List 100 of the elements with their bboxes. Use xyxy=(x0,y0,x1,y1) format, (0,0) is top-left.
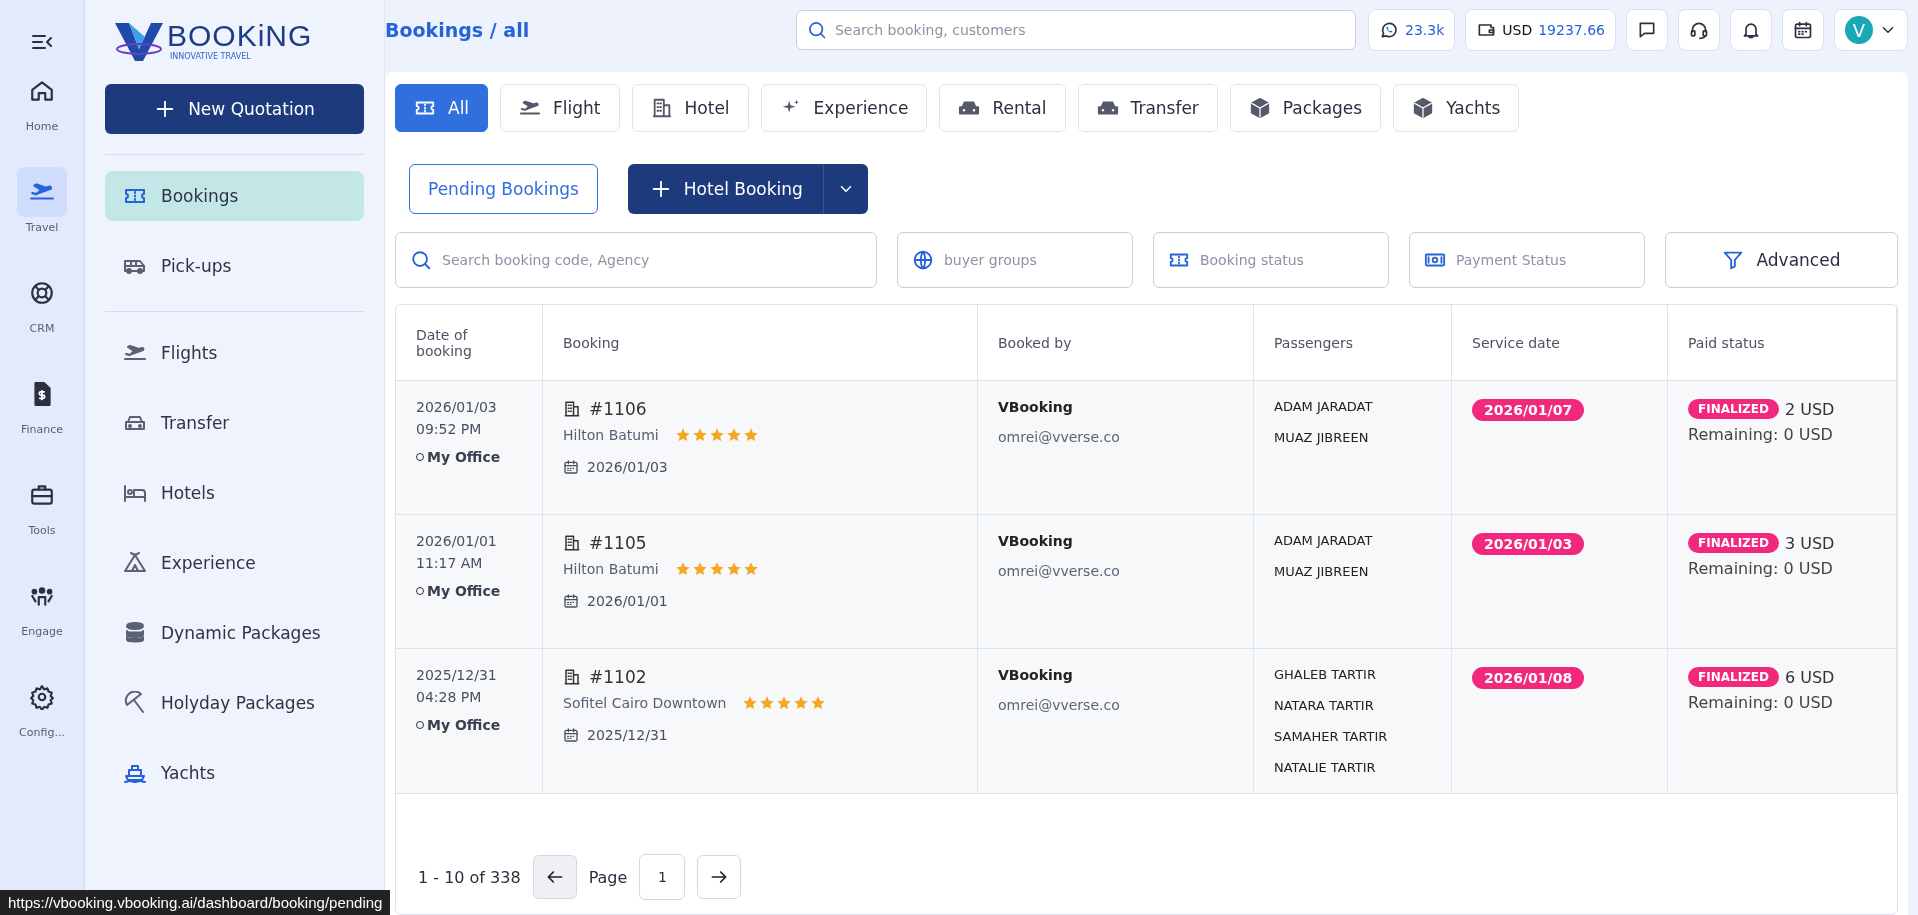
star-icon xyxy=(674,561,691,577)
bell-icon xyxy=(1741,20,1761,40)
sidebar-item[interactable]: Transfer xyxy=(105,398,364,448)
notifications-button[interactable] xyxy=(1730,9,1772,51)
service-date-badge: 2026/01/08 xyxy=(1472,667,1585,689)
previous-page-button[interactable] xyxy=(532,855,577,899)
agent-email: omrei@vverse.co xyxy=(998,697,1121,713)
sidebar-item[interactable]: Holyday Packages xyxy=(105,678,364,728)
booking-code[interactable]: #1102 xyxy=(589,667,647,687)
sidebar-item[interactable]: Pick-ups xyxy=(105,241,364,291)
rail-label: Home xyxy=(25,120,59,133)
page-label: Page xyxy=(588,867,628,887)
agent-name: VBooking xyxy=(998,667,1074,683)
office-name: My Office xyxy=(427,583,501,599)
category-tab[interactable]: Flight xyxy=(500,84,620,132)
messages-button[interactable] xyxy=(1626,9,1668,51)
column-header: Date of booking xyxy=(416,326,473,359)
breadcrumb: Bookings / all xyxy=(385,19,530,41)
globe-icon xyxy=(911,249,934,271)
support-button[interactable] xyxy=(1678,9,1720,51)
star-icon xyxy=(742,561,759,577)
column-header: Booking xyxy=(563,334,620,351)
remaining-amount: Remaining: 0 USD xyxy=(1688,559,1834,578)
box-icon xyxy=(1412,97,1435,119)
passenger-name: SAMAHER TARTIR xyxy=(1274,729,1389,744)
toolbox-icon xyxy=(29,482,55,508)
booking-date: 2026/01/01 xyxy=(416,533,498,549)
sidebar-item[interactable]: Dynamic Packages xyxy=(105,608,364,658)
calendar-icon xyxy=(1793,20,1813,40)
buyer-groups-field[interactable]: buyer groups xyxy=(941,251,1118,269)
tent-icon xyxy=(123,551,147,575)
passenger-name: GHALEB TARTIR xyxy=(1274,667,1377,682)
passenger-name: MUAZ JIBREEN xyxy=(1274,564,1370,579)
booking-date: 2025/12/31 xyxy=(416,667,498,683)
status-bar-url: https://vbooking.vbooking.ai/dashboard/booking/pending xyxy=(0,890,391,915)
booking-date: 2026/01/03 xyxy=(416,399,498,415)
page-range: 1 - 10 of 338 xyxy=(418,867,521,887)
booking-day: 2026/01/03 xyxy=(587,459,668,475)
search-field[interactable]: Search booking code, Agency xyxy=(440,251,862,269)
next-page-button[interactable] xyxy=(697,855,742,899)
calendar-button[interactable] xyxy=(1782,9,1824,51)
sidebar-item[interactable]: Yachts xyxy=(105,748,364,798)
remaining-amount: Remaining: 0 USD xyxy=(1688,425,1834,444)
building-icon xyxy=(650,97,673,119)
booking-code[interactable]: #1105 xyxy=(589,533,647,553)
paid-amount: 3 USD xyxy=(1784,533,1835,553)
sidebar-item[interactable]: Flights xyxy=(105,328,364,378)
pending-bookings-button[interactable]: Pending Bookings xyxy=(409,164,598,214)
category-tab[interactable]: Experience xyxy=(760,84,928,132)
search-bar[interactable]: Search booking code, Agency xyxy=(395,232,877,288)
booking-status-field[interactable]: Booking status xyxy=(1197,251,1374,269)
sidebar-item[interactable]: Hotels xyxy=(105,468,364,518)
agent-name: VBooking xyxy=(998,533,1074,549)
new-quotation-button[interactable]: New Quotation xyxy=(105,84,364,134)
booking-time: 11:17 AM xyxy=(416,555,484,571)
booking-code[interactable]: #1106 xyxy=(589,399,647,419)
category-tab[interactable]: All xyxy=(395,84,489,132)
agent-email: omrei@vverse.co xyxy=(998,429,1121,445)
category-tab[interactable]: Hotel xyxy=(631,84,749,132)
search-icon xyxy=(410,249,432,271)
booking-status-dropdown[interactable]: Booking status xyxy=(1152,232,1389,288)
search-field[interactable]: Search booking, customers xyxy=(833,21,1345,39)
calendar-icon xyxy=(563,459,579,475)
umbrella-icon xyxy=(123,691,147,715)
advanced-filter-button[interactable]: Advanced xyxy=(1664,232,1898,288)
rail-label: Tools xyxy=(28,524,56,537)
star-icon xyxy=(793,695,810,711)
status-badge: FINALIZED xyxy=(1688,667,1779,687)
category-tab[interactable]: Yachts xyxy=(1393,84,1520,132)
category-tab[interactable]: Rental xyxy=(939,84,1066,132)
office-name: My Office xyxy=(427,717,501,733)
sidebar-item[interactable]: Experience xyxy=(105,538,364,588)
office-name: My Office xyxy=(427,449,501,465)
settings-icon xyxy=(29,684,55,710)
payment-status-dropdown[interactable]: Payment Status xyxy=(1408,232,1645,288)
rail-label: CRM xyxy=(29,322,55,335)
building-icon xyxy=(563,400,581,418)
search-icon xyxy=(807,20,827,40)
paid-amount: 2 USD xyxy=(1784,399,1835,419)
passenger-name: ADAM JARADAT xyxy=(1274,399,1374,414)
page-number-field[interactable]: 1 xyxy=(639,854,686,900)
category-tab[interactable]: Packages xyxy=(1229,84,1382,132)
category-tab[interactable]: Transfer xyxy=(1077,84,1218,132)
building-icon xyxy=(563,668,581,686)
search-bar[interactable]: Search booking, customers xyxy=(796,10,1356,50)
status-badge: FINALIZED xyxy=(1688,399,1779,419)
star-icon xyxy=(759,695,776,711)
wallet-balance[interactable]: USD 19237.66 xyxy=(1465,9,1616,51)
rail-label: Engage xyxy=(21,625,63,638)
star-icon xyxy=(691,561,708,577)
sidebar-item[interactable]: Bookings xyxy=(105,171,364,221)
payment-status-field[interactable]: Payment Status xyxy=(1453,251,1630,269)
buyer-groups-dropdown[interactable]: buyer groups xyxy=(896,232,1133,288)
hotel-booking-button[interactable]: Hotel Booking xyxy=(627,164,868,214)
whatsapp-count[interactable]: 23.3k xyxy=(1368,9,1456,51)
rail-label: Travel xyxy=(25,221,59,234)
column-header: Passengers xyxy=(1274,334,1354,351)
star-icon xyxy=(708,427,725,443)
lifebuoy-icon xyxy=(29,280,55,306)
column-header: Paid status xyxy=(1688,334,1765,351)
